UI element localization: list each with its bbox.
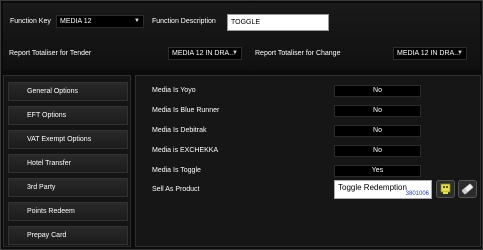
product-name: Toggle Redemption (338, 183, 407, 192)
media-is-toggle-label: Media Is Toggle (152, 167, 201, 174)
header-panel: Function Key MEDIA 12 ▼ Function Descrip… (3, 3, 480, 70)
sidebar-item-prepay-card[interactable]: Prepay Card (8, 226, 128, 245)
window-frame: Function Key MEDIA 12 ▼ Function Descrip… (0, 0, 483, 250)
options-sidebar: General Options EFT Options VAT Exempt O… (3, 75, 131, 247)
eraser-icon (461, 183, 474, 195)
function-description-input[interactable]: TOGGLE (227, 14, 329, 31)
function-description-value: TOGGLE (231, 19, 261, 26)
media-is-debitrak-toggle[interactable]: No (334, 125, 421, 137)
media-is-blue-runner-toggle[interactable]: No (334, 105, 421, 117)
options-detail-panel: Media Is Yoyo No Media Is Blue Runner No… (135, 75, 481, 247)
totaliser-tender-dropdown[interactable]: MEDIA 12 IN DRA... ▼ (168, 47, 242, 60)
sidebar-item-vat-exempt-options[interactable]: VAT Exempt Options (8, 130, 128, 149)
totaliser-tender-label: Report Totaliser for Tender (9, 50, 92, 57)
product-code: 3801006 (405, 191, 429, 197)
media-is-exchekka-toggle[interactable]: No (334, 145, 421, 157)
media-is-exchekka-label: Media is EXCHEKKA (152, 147, 219, 154)
media-is-yoyo-toggle[interactable]: No (334, 85, 421, 97)
function-key-value: MEDIA 12 (60, 18, 92, 25)
media-is-yoyo-label: Media Is Yoyo (152, 87, 196, 94)
chevron-down-icon: ▼ (457, 50, 463, 56)
sidebar-item-hotel-transfer[interactable]: Hotel Transfer (8, 154, 128, 173)
sidebar-item-eft-options[interactable]: EFT Options (8, 106, 128, 125)
function-key-label: Function Key (10, 18, 51, 25)
totaliser-tender-value: MEDIA 12 IN DRA... (172, 50, 236, 57)
totaliser-change-dropdown[interactable]: MEDIA 12 IN DRA... ▼ (393, 47, 467, 60)
clear-product-button[interactable] (458, 180, 477, 198)
chevron-down-icon: ▼ (134, 18, 140, 24)
function-key-dropdown[interactable]: MEDIA 12 ▼ (56, 15, 144, 28)
totaliser-change-value: MEDIA 12 IN DRA... (397, 50, 461, 57)
function-description-label: Function Description (152, 18, 216, 25)
sidebar-item-3rd-party[interactable]: 3rd Party (8, 178, 128, 197)
chevron-down-icon: ▼ (232, 50, 238, 56)
product-picker-button[interactable] (436, 180, 455, 198)
media-is-blue-runner-label: Media Is Blue Runner (152, 107, 220, 114)
product-picker-icon (440, 183, 451, 194)
media-is-debitrak-label: Media Is Debitrak (152, 127, 207, 134)
sell-as-product-label: Sell As Product (152, 186, 200, 193)
sell-as-product-field[interactable]: Toggle Redemption 3801006 (334, 180, 432, 199)
sidebar-item-points-redeem[interactable]: Points Redeem (8, 202, 128, 221)
totaliser-change-label: Report Totaliser for Change (255, 50, 341, 57)
sidebar-item-general-options[interactable]: General Options (8, 82, 128, 101)
media-is-toggle-toggle[interactable]: Yes (334, 165, 421, 177)
